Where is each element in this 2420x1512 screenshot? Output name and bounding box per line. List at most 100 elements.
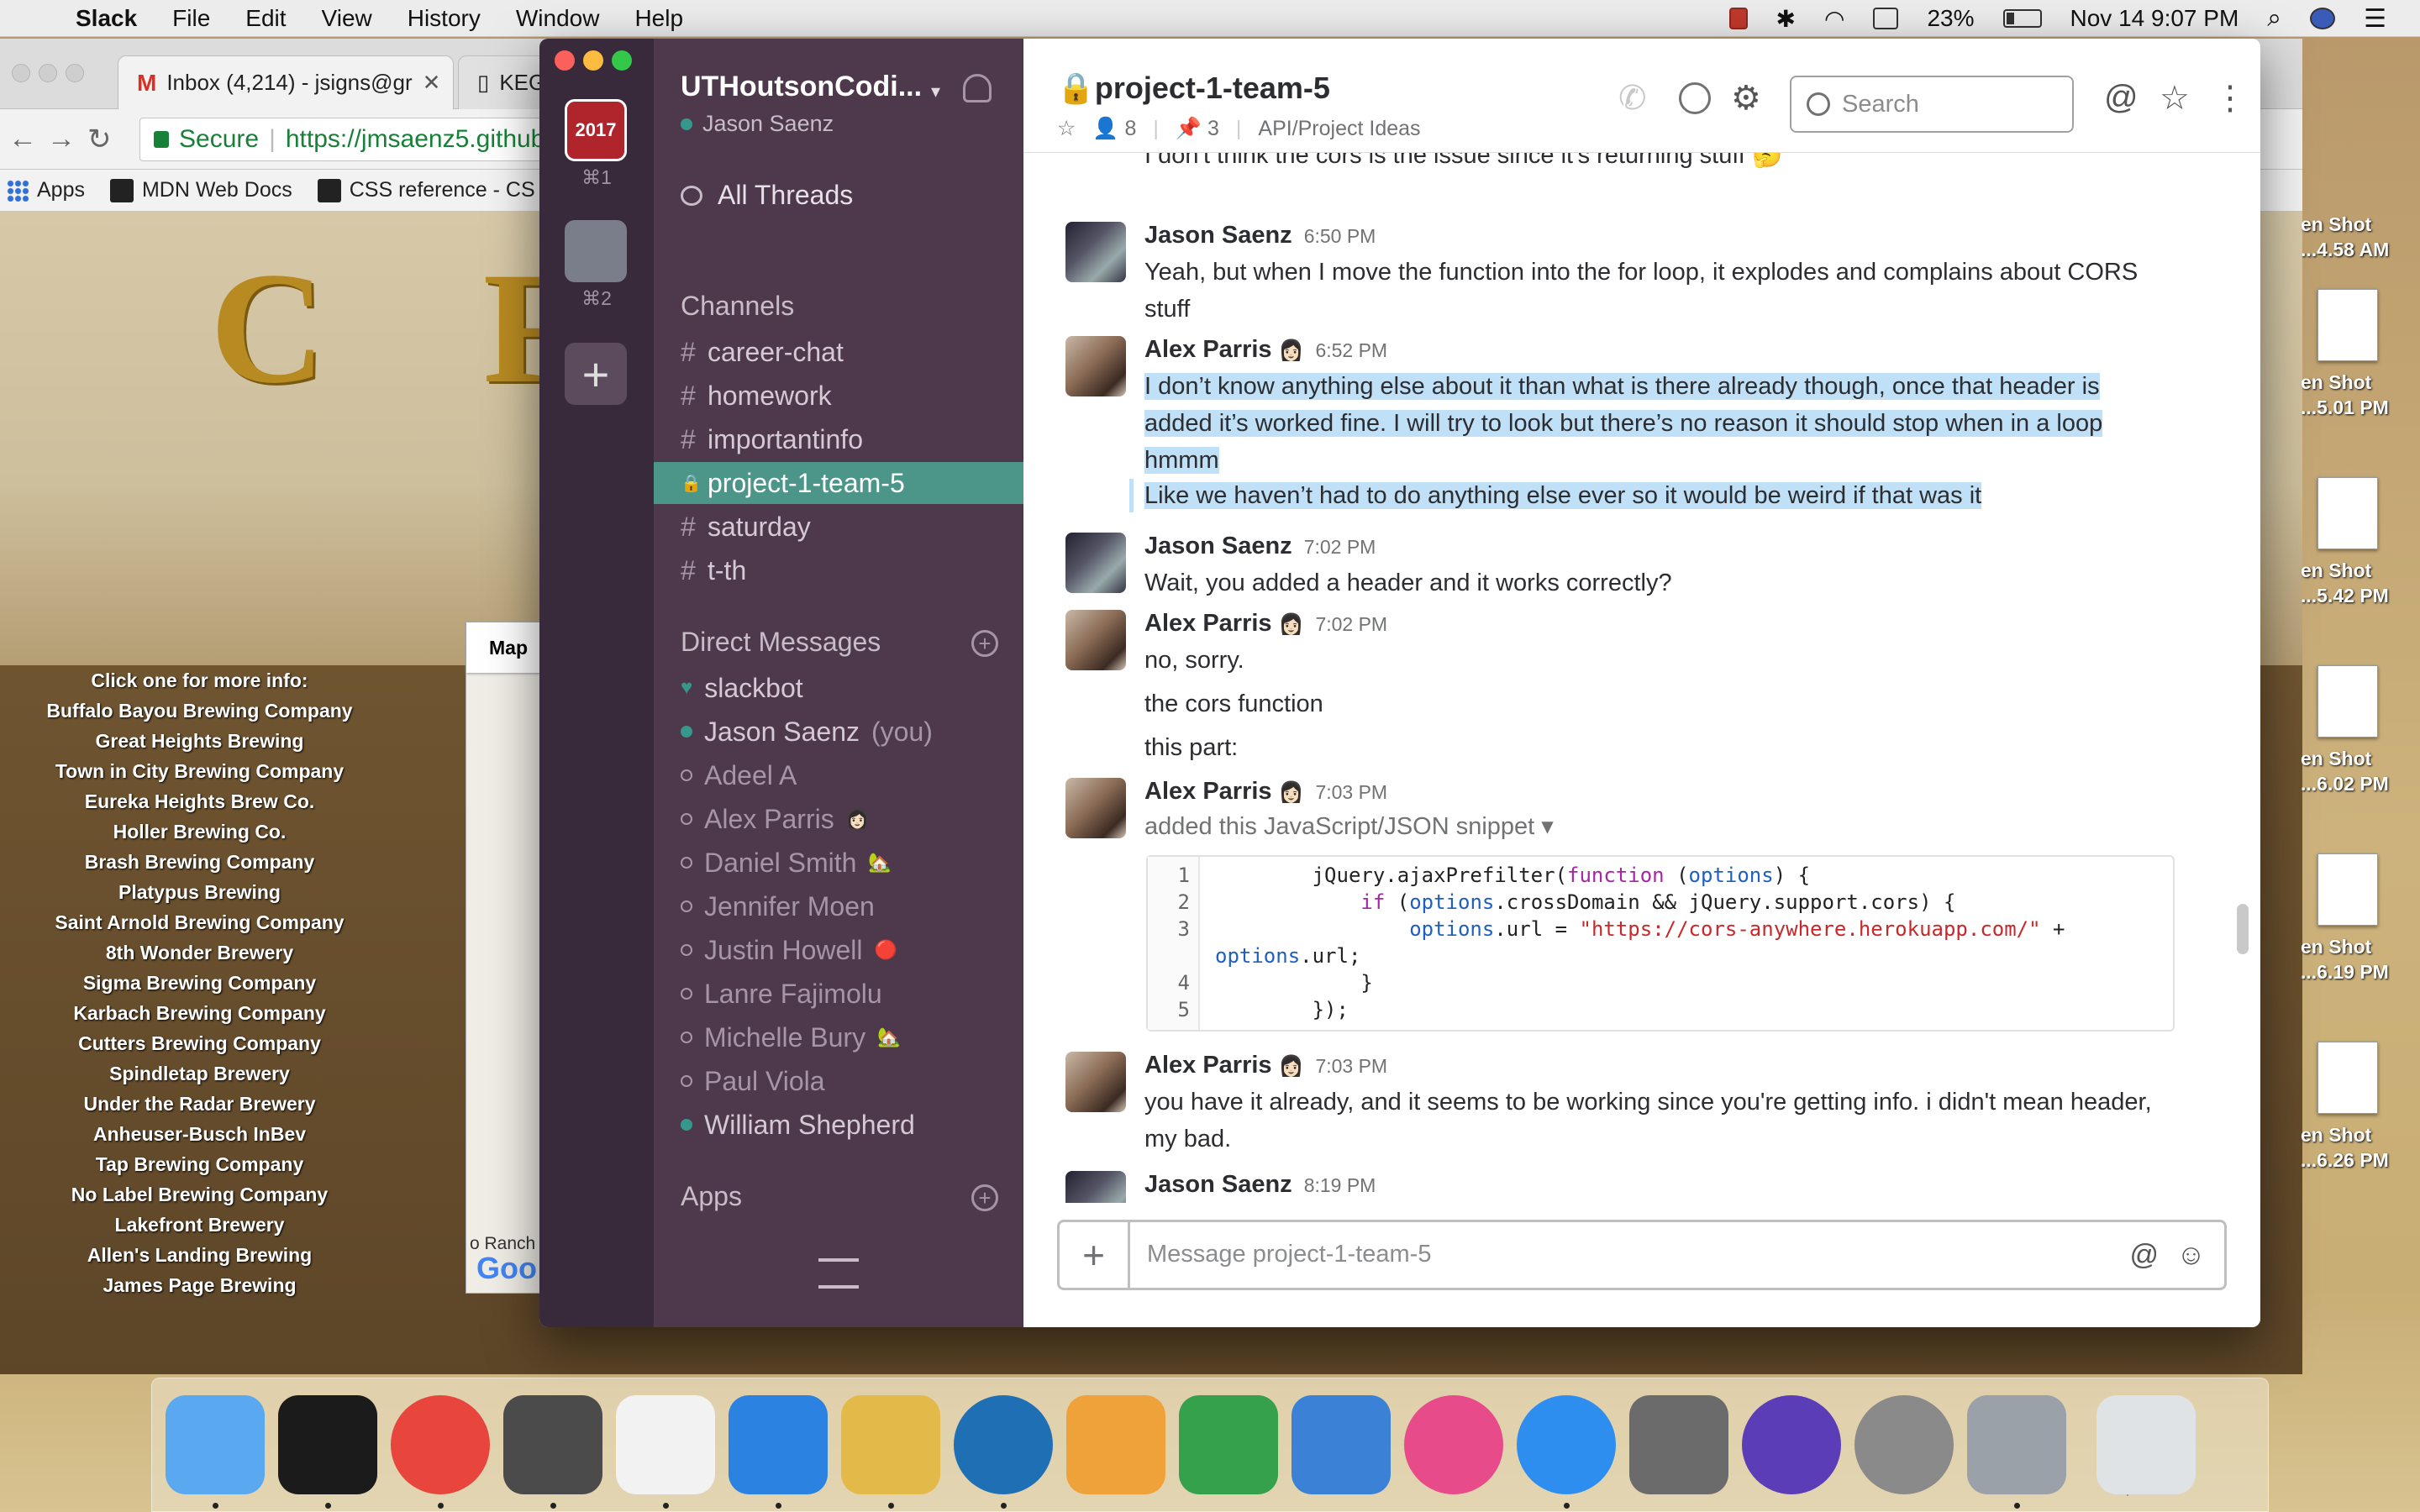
message-scrollbar[interactable] xyxy=(2237,904,2249,954)
channels-heading[interactable]: Channels xyxy=(681,291,794,322)
add-team-button[interactable]: + xyxy=(565,343,627,405)
pages-icon[interactable] xyxy=(1066,1395,1165,1494)
sidebar-item-t-th[interactable]: # t-th xyxy=(654,549,1023,591)
bell-icon[interactable] xyxy=(963,74,992,102)
menu-file[interactable]: File xyxy=(172,5,210,32)
add-dm-button[interactable]: + xyxy=(971,630,998,657)
tab-close-icon[interactable]: ✕ xyxy=(423,70,441,96)
avatar[interactable] xyxy=(1065,778,1126,838)
chrome-close-icon[interactable] xyxy=(12,64,30,82)
window-minimize-icon[interactable] xyxy=(583,50,603,71)
status-app-icon[interactable] xyxy=(1728,8,1748,29)
dm-item[interactable]: Daniel Smith 🏡 xyxy=(654,842,1023,884)
timestamp[interactable]: 7:02 PM xyxy=(1304,536,1376,558)
brewery-link[interactable]: Saint Arnold Brewing Company xyxy=(0,907,399,937)
avatar[interactable] xyxy=(1065,610,1126,670)
avatar[interactable] xyxy=(1065,1052,1126,1112)
brewery-link[interactable]: Holler Brewing Co. xyxy=(0,816,399,847)
author-name[interactable]: Jason Saenz xyxy=(1144,222,1292,249)
dm-item[interactable]: ♥ slackbot xyxy=(654,667,1023,709)
author-name[interactable]: Jason Saenz xyxy=(1144,1171,1292,1198)
bookmark-css-reference[interactable]: CSS reference - CS xyxy=(317,178,535,202)
mysql-workbench-icon[interactable] xyxy=(954,1395,1053,1494)
dm-item[interactable]: Michelle Bury 🏡 xyxy=(654,1016,1023,1058)
downloads-icon[interactable] xyxy=(1967,1395,2066,1494)
chrome-icon[interactable] xyxy=(391,1395,490,1494)
notification-center-icon[interactable]: ☰ xyxy=(2364,4,2386,34)
current-user[interactable]: Jason Saenz xyxy=(681,111,834,137)
avatar[interactable] xyxy=(1065,336,1126,396)
quick-switcher-icon[interactable] xyxy=(818,1258,859,1289)
menu-slack[interactable]: Slack xyxy=(76,5,137,32)
menu-history[interactable]: History xyxy=(408,5,481,32)
search-input[interactable]: Search xyxy=(1790,76,2074,133)
dm-item[interactable]: Lanre Fajimolu xyxy=(654,973,1023,1015)
brewery-link[interactable]: 8th Wonder Brewery xyxy=(0,937,399,968)
team-icon-1[interactable]: 2017 xyxy=(565,99,627,161)
reload-icon[interactable]: ↻ xyxy=(87,123,112,156)
chevron-down-icon[interactable]: ▾ xyxy=(931,81,940,102)
brewery-link[interactable]: Under the Radar Brewery xyxy=(0,1089,399,1119)
avatar[interactable] xyxy=(1065,533,1126,593)
snippet-note[interactable]: added this JavaScript/JSON snippet ▾ xyxy=(1144,811,1554,841)
map-type-button[interactable]: Map xyxy=(466,622,550,673)
siri-icon[interactable] xyxy=(1742,1395,1841,1494)
gear-icon[interactable]: ⚙ xyxy=(1731,79,1761,118)
all-threads-link[interactable]: All Threads xyxy=(681,180,853,211)
avatar[interactable] xyxy=(1065,1171,1126,1203)
launchpad-icon[interactable] xyxy=(1854,1395,1954,1494)
team-icon-2[interactable] xyxy=(565,220,627,282)
tab-gmail[interactable]: M Inbox (4,214) - jsigns@gr ✕ xyxy=(118,55,454,109)
brewery-link[interactable]: Town in City Brewing Company xyxy=(0,756,399,786)
back-icon[interactable]: ← xyxy=(8,123,37,155)
window-close-icon[interactable] xyxy=(555,50,575,71)
bluetooth-icon[interactable]: ✱ xyxy=(1776,5,1796,33)
message-input[interactable]: Message project-1-team-5 xyxy=(1147,1241,1431,1268)
trash-icon[interactable] xyxy=(2096,1395,2196,1494)
author-name[interactable]: Alex Parris xyxy=(1144,778,1272,805)
airplay-icon[interactable] xyxy=(1873,8,1899,29)
sidebar-item-saturday[interactable]: # saturday xyxy=(654,506,1023,548)
dm-item[interactable]: Justin Howell 🔴 xyxy=(654,929,1023,971)
keynote-icon[interactable] xyxy=(1292,1395,1391,1494)
system-preferences-icon[interactable] xyxy=(1629,1395,1728,1494)
xcode-icon[interactable] xyxy=(729,1395,828,1494)
brewery-link[interactable]: Sigma Brewing Company xyxy=(0,968,399,998)
numbers-icon[interactable] xyxy=(1179,1395,1278,1494)
dm-item[interactable]: Adeel A xyxy=(654,754,1023,796)
brewery-link[interactable]: No Label Brewing Company xyxy=(0,1179,399,1210)
siri-icon[interactable] xyxy=(2310,8,2336,29)
slack-icon[interactable] xyxy=(616,1395,715,1494)
brewery-link[interactable]: Buffalo Bayou Brewing Company xyxy=(0,696,399,726)
timestamp[interactable]: 7:03 PM xyxy=(1315,1055,1387,1077)
finder-icon[interactable] xyxy=(166,1395,265,1494)
dm-item[interactable]: Paul Viola xyxy=(654,1060,1023,1102)
dm-item[interactable]: Jennifer Moen xyxy=(654,885,1023,927)
timestamp[interactable]: 7:03 PM xyxy=(1315,781,1387,803)
itunes-icon[interactable] xyxy=(1404,1395,1503,1494)
apps-heading[interactable]: Apps xyxy=(681,1181,742,1212)
menu-help[interactable]: Help xyxy=(634,5,683,32)
clock[interactable]: Nov 14 9:07 PM xyxy=(2070,5,2239,32)
pinned-count[interactable]: 📌 3 xyxy=(1176,117,1219,141)
forward-icon[interactable]: → xyxy=(47,123,76,155)
chrome-minimize-icon[interactable] xyxy=(39,64,57,82)
chrome-zoom-icon[interactable] xyxy=(66,64,84,82)
menu-edit[interactable]: Edit xyxy=(245,5,286,32)
brewery-link[interactable]: Tap Brewing Company xyxy=(0,1149,399,1179)
timestamp[interactable]: 8:19 PM xyxy=(1304,1174,1376,1196)
info-icon[interactable] xyxy=(1679,82,1711,114)
timestamp[interactable]: 6:50 PM xyxy=(1304,225,1376,247)
emoji-icon[interactable]: ☺ xyxy=(2176,1239,2206,1272)
channel-topic[interactable]: API/Project Ideas xyxy=(1258,117,1420,141)
brewery-link[interactable]: Lakefront Brewery xyxy=(0,1210,399,1240)
starred-items-icon[interactable]: ☆ xyxy=(2160,79,2190,118)
terminal-icon[interactable] xyxy=(278,1395,377,1494)
wifi-icon[interactable]: ◠ xyxy=(1824,5,1844,33)
add-attachment-button[interactable]: + xyxy=(1060,1222,1130,1288)
team-name[interactable]: UTHoutsonCodi... xyxy=(681,71,922,103)
mention-icon[interactable]: @ xyxy=(2129,1239,2159,1272)
message-composer[interactable]: + Message project-1-team-5 @ ☺ xyxy=(1057,1220,2227,1290)
bookmark-apps[interactable]: Apps xyxy=(7,178,85,202)
brewery-link[interactable]: Cutters Brewing Company xyxy=(0,1028,399,1058)
